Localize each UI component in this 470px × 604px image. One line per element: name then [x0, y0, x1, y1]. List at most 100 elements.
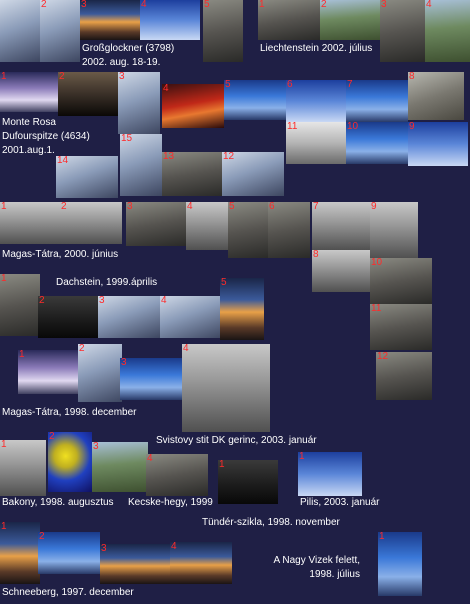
- photo-thumbnail[interactable]: 1: [0, 72, 58, 112]
- thumbnail-number: 3: [81, 0, 87, 10]
- photo-thumbnail[interactable]: 4: [140, 0, 200, 40]
- photo-thumbnail[interactable]: 1: [0, 202, 60, 244]
- thumbnail-number: 1: [1, 202, 7, 212]
- photo-thumbnail[interactable]: 1: [0, 440, 46, 496]
- photo-thumbnail[interactable]: 2: [48, 432, 92, 492]
- thumbnail-number: 10: [347, 122, 359, 132]
- thumbnail-number: 1: [1, 274, 7, 284]
- photo-thumbnail[interactable]: 4: [186, 202, 228, 250]
- photo-thumbnail[interactable]: [0, 0, 40, 62]
- thumbnail-number: 7: [313, 202, 319, 212]
- caption-schneeberg: Schneeberg, 1997. december: [2, 587, 134, 598]
- thumbnail-number: 7: [347, 80, 353, 90]
- thumbnail-number: 3: [127, 202, 133, 212]
- thumbnail-number: 4: [171, 542, 177, 552]
- thumbnail-number: 1: [219, 460, 225, 470]
- thumbnail-number: 2: [39, 532, 45, 542]
- photo-thumbnail[interactable]: 10: [346, 122, 408, 164]
- thumbnail-number: 2: [321, 0, 327, 10]
- photo-thumbnail[interactable]: 14: [56, 156, 118, 198]
- photo-thumbnail[interactable]: 7: [346, 80, 408, 122]
- thumbnail-number: 12: [223, 152, 235, 162]
- thumbnail-number: 3: [93, 442, 99, 452]
- photo-thumbnail[interactable]: 3: [92, 442, 148, 492]
- photo-thumbnail[interactable]: 4: [146, 454, 208, 496]
- thumbnail-number: 5: [204, 0, 210, 10]
- photo-thumbnail[interactable]: 2: [38, 532, 100, 574]
- photo-thumbnail[interactable]: 5: [228, 202, 268, 258]
- photo-thumbnail[interactable]: 3: [118, 72, 160, 134]
- thumbnail-number: 13: [163, 152, 175, 162]
- caption-grossglockner: Großglockner (3798) 2002. aug. 18-19.: [82, 43, 175, 68]
- caption-monte-rosa: Monte Rosa Dufourspitze (4634) 2001.aug.…: [2, 117, 90, 156]
- thumbnail-number: 4: [163, 84, 169, 94]
- photo-thumbnail[interactable]: 2: [78, 344, 122, 402]
- photo-thumbnail[interactable]: 1: [18, 350, 78, 394]
- thumbnail-number: 2: [59, 72, 65, 82]
- thumbnail-number: 3: [119, 72, 125, 82]
- photo-thumbnail[interactable]: 2: [58, 72, 118, 116]
- photo-thumbnail[interactable]: 1: [378, 532, 422, 596]
- photo-thumbnail[interactable]: 2: [38, 296, 98, 338]
- photo-thumbnail[interactable]: 10: [370, 258, 432, 304]
- photo-thumbnail[interactable]: 12: [376, 352, 432, 400]
- photo-thumbnail[interactable]: 9: [408, 122, 468, 166]
- thumbnail-number: 1: [19, 350, 25, 360]
- photo-thumbnail[interactable]: 11: [370, 304, 432, 350]
- photo-thumbnail[interactable]: 8: [408, 72, 464, 120]
- photo-thumbnail[interactable]: 6: [286, 80, 346, 122]
- thumbnail-number: 4: [426, 0, 432, 10]
- photo-thumbnail[interactable]: 3: [126, 202, 186, 246]
- photo-thumbnail[interactable]: 6: [268, 202, 310, 258]
- photo-thumbnail[interactable]: 1: [258, 0, 320, 40]
- photo-thumbnail[interactable]: 5: [203, 0, 243, 62]
- photo-thumbnail[interactable]: 3: [100, 544, 170, 584]
- photo-thumbnail[interactable]: 7: [312, 202, 370, 250]
- photo-thumbnail[interactable]: 4: [162, 84, 224, 128]
- photo-thumbnail[interactable]: 5: [220, 278, 264, 340]
- photo-thumbnail[interactable]: 11: [286, 122, 346, 164]
- photo-thumbnail[interactable]: 3: [120, 358, 182, 400]
- caption-magas-tatra-1998: Magas-Tátra, 1998. december: [2, 407, 137, 418]
- caption-tunder: Tündér-szikla, 1998. november: [202, 517, 340, 528]
- thumbnail-number: 9: [409, 122, 415, 132]
- thumbnail-number: 1: [259, 0, 265, 10]
- caption-nagy-vizek: A Nagy Vizek felett, 1998. július: [273, 555, 360, 580]
- thumbnail-number: 3: [101, 544, 107, 554]
- thumbnail-number: 6: [269, 202, 275, 212]
- photo-thumbnail[interactable]: 2: [40, 0, 80, 62]
- thumbnail-number: 1: [299, 452, 305, 462]
- thumbnail-number: 1: [1, 72, 7, 82]
- photo-thumbnail[interactable]: 2: [60, 202, 122, 244]
- photo-thumbnail[interactable]: 1: [0, 274, 40, 336]
- photo-thumbnail[interactable]: 13: [162, 152, 222, 196]
- photo-thumbnail[interactable]: 2: [320, 0, 380, 40]
- photo-thumbnail[interactable]: 3: [80, 0, 140, 40]
- caption-svistovy: Svistovy stit DK gerinc, 2003. január: [156, 435, 317, 446]
- thumbnail-number: 2: [79, 344, 85, 354]
- thumbnail-number: 8: [313, 250, 319, 260]
- photo-thumbnail[interactable]: 5: [224, 80, 286, 120]
- photo-thumbnail[interactable]: 8: [312, 250, 370, 292]
- photo-thumbnail[interactable]: 4: [160, 296, 222, 338]
- thumbnail-number: 2: [39, 296, 45, 306]
- photo-thumbnail[interactable]: 1: [218, 460, 278, 504]
- photo-thumbnail[interactable]: 9: [370, 202, 418, 258]
- photo-thumbnail[interactable]: 3: [380, 0, 425, 62]
- photo-thumbnail[interactable]: 4: [182, 344, 270, 432]
- photo-thumbnail[interactable]: 1: [298, 452, 362, 496]
- photo-thumbnail[interactable]: 4: [170, 542, 232, 584]
- thumbnail-number: 5: [225, 80, 231, 90]
- thumbnail-number: 8: [409, 72, 415, 82]
- photo-thumbnail[interactable]: 15: [120, 134, 162, 196]
- thumbnail-number: 4: [187, 202, 193, 212]
- thumbnail-number: 15: [121, 134, 133, 144]
- photo-thumbnail[interactable]: 3: [98, 296, 160, 338]
- thumbnail-number: 2: [41, 0, 47, 10]
- thumbnail-number: 1: [1, 522, 7, 532]
- photo-thumbnail[interactable]: 12: [222, 152, 284, 196]
- caption-dachstein: Dachstein, 1999.április: [56, 277, 158, 288]
- photo-thumbnail[interactable]: 4: [425, 0, 470, 62]
- caption-pilis: Pilis, 2003. január: [300, 497, 380, 508]
- photo-thumbnail[interactable]: 1: [0, 522, 40, 584]
